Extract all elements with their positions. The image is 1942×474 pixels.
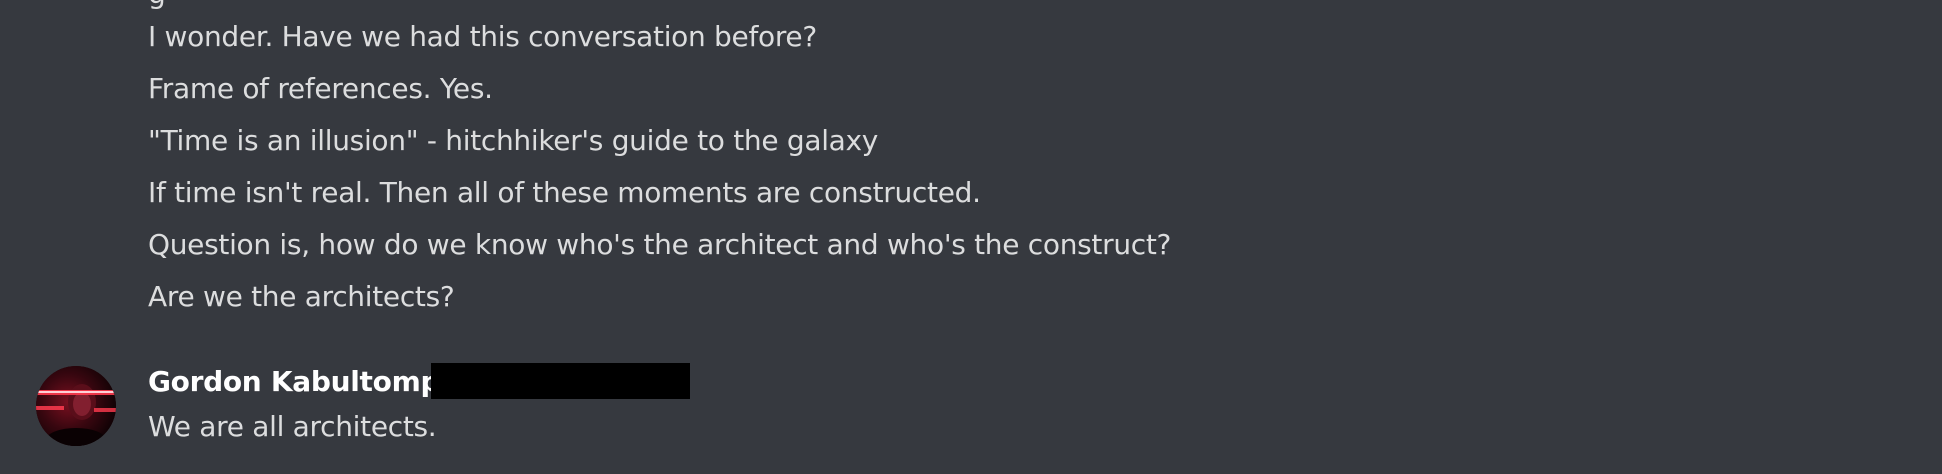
message-line: Are we the architects? bbox=[148, 280, 455, 313]
message-line: Question is, how do we know who's the ar… bbox=[148, 228, 1172, 261]
avatar[interactable] bbox=[36, 366, 116, 446]
message-line: "Time is an illusion" - hitchhiker's gui… bbox=[148, 124, 879, 157]
message-line: We are all architects. bbox=[148, 410, 437, 443]
redacted-block bbox=[431, 363, 690, 399]
username[interactable]: Gordon Kabultompp bbox=[148, 364, 460, 400]
cutoff-message-fragment: g bbox=[148, 0, 166, 8]
chat-messages-area: g I wonder. Have we had this conversatio… bbox=[0, 0, 1942, 474]
avatar-image bbox=[36, 366, 116, 446]
message-line: Frame of references. Yes. bbox=[148, 72, 493, 105]
message-line: If time isn't real. Then all of these mo… bbox=[148, 176, 981, 209]
message-line: I wonder. Have we had this conversation … bbox=[148, 20, 817, 53]
